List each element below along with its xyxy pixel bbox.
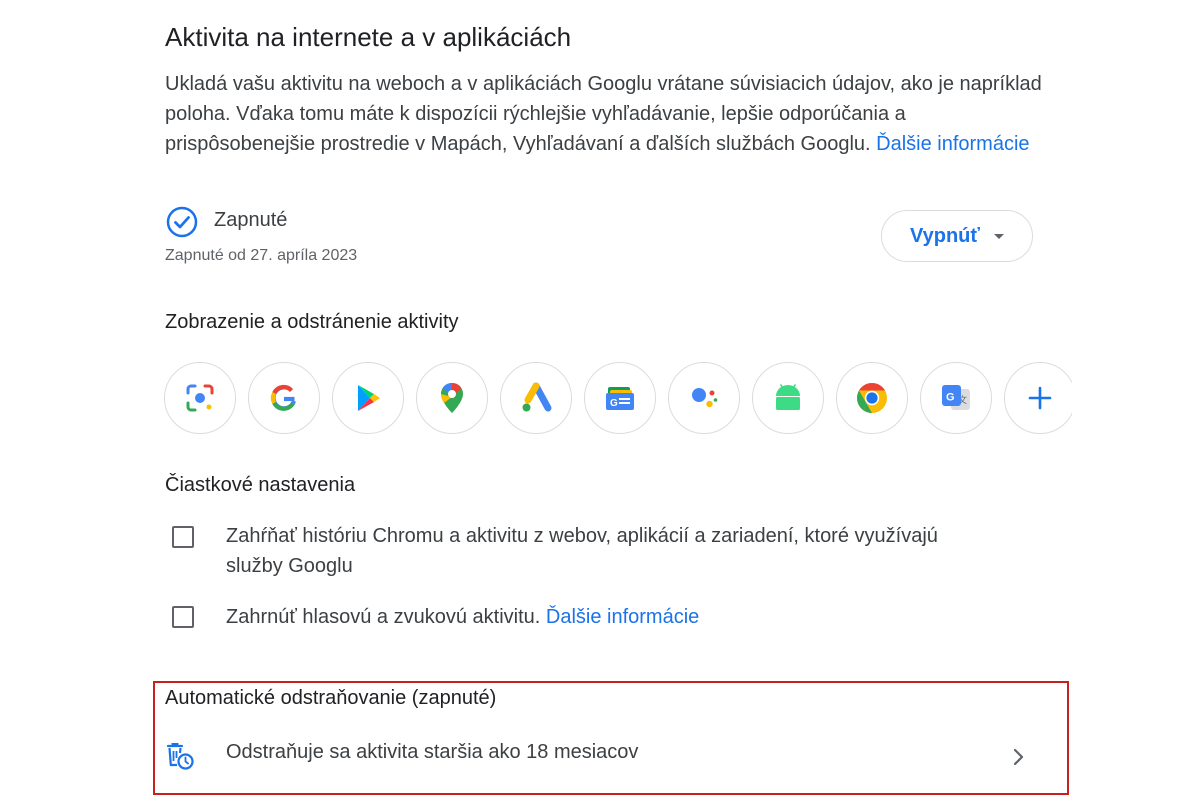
app-google-play[interactable]: [332, 362, 404, 434]
chevron-right-icon: [1013, 748, 1024, 766]
app-google-news[interactable]: G: [584, 362, 656, 434]
voice-audio-checkbox[interactable]: [172, 606, 194, 628]
auto-delete-heading: Automatické odstraňovanie (zapnuté): [165, 687, 497, 709]
google-ads-icon: [522, 382, 552, 412]
chrome-icon: [856, 383, 887, 413]
app-icons-row: G 文 G: [164, 362, 1072, 436]
android-icon: [776, 384, 800, 410]
google-news-icon: G: [606, 387, 634, 410]
google-assistant-icon: [692, 388, 718, 408]
google-maps-icon: [441, 383, 463, 413]
app-google-ads[interactable]: [500, 362, 572, 434]
dropdown-arrow-icon: [993, 233, 1004, 239]
page-title: Aktivita na internete a v aplikáciách: [165, 22, 572, 52]
google-play-icon: [358, 385, 380, 411]
google-translate-icon: 文 G: [942, 385, 970, 410]
app-android[interactable]: [752, 362, 824, 434]
auto-delete-icon: [166, 743, 194, 770]
app-google-search[interactable]: [248, 362, 320, 434]
turn-off-button[interactable]: Vypnúť: [881, 210, 1033, 262]
chrome-history-label: Zahŕňať históriu Chromu a aktivitu z web…: [226, 521, 1066, 581]
voice-learn-more-link[interactable]: Ďalšie informácie: [546, 606, 699, 628]
add-icon: [1028, 386, 1052, 410]
app-google-lens[interactable]: [164, 362, 236, 434]
auto-delete-description: Odstraňuje sa aktivita staršia ako 18 me…: [226, 741, 639, 763]
svg-text:G: G: [610, 398, 618, 409]
voice-audio-label: Zahrnúť hlasovú a zvukovú aktivitu. Ďalš…: [226, 602, 699, 632]
svg-text:G: G: [946, 392, 955, 404]
status-since: Zapnuté od 27. apríla 2023: [165, 247, 358, 264]
google-search-icon: [270, 384, 297, 411]
subsettings-heading: Čiastkové nastavenia: [165, 474, 356, 496]
app-google-translate[interactable]: 文 G: [920, 362, 992, 434]
add-app-button[interactable]: [1004, 362, 1072, 434]
chrome-history-checkbox[interactable]: [172, 526, 194, 548]
auto-delete-row[interactable]: Odstraňuje sa aktivita staršia ako 18 me…: [160, 725, 1040, 783]
section-description: Ukladá vašu aktivitu na weboch a v aplik…: [165, 69, 1045, 159]
google-lens-icon: [186, 384, 214, 412]
voice-audio-text: Zahrnúť hlasovú a zvukovú aktivitu.: [226, 606, 541, 628]
status-label: Zapnuté: [214, 209, 288, 231]
app-google-assistant[interactable]: [668, 362, 740, 434]
learn-more-link[interactable]: Ďalšie informácie: [876, 133, 1029, 155]
chrome-history-text-2: služby Googlu: [226, 555, 353, 577]
app-chrome[interactable]: [836, 362, 908, 434]
check-circle-icon: [166, 206, 198, 238]
turn-off-label: Vypnúť: [910, 224, 980, 247]
app-google-maps[interactable]: [416, 362, 488, 434]
chrome-history-text-1: Zahŕňať históriu Chromu a aktivitu z web…: [226, 525, 938, 547]
activity-heading: Zobrazenie a odstránenie aktivity: [165, 311, 459, 333]
